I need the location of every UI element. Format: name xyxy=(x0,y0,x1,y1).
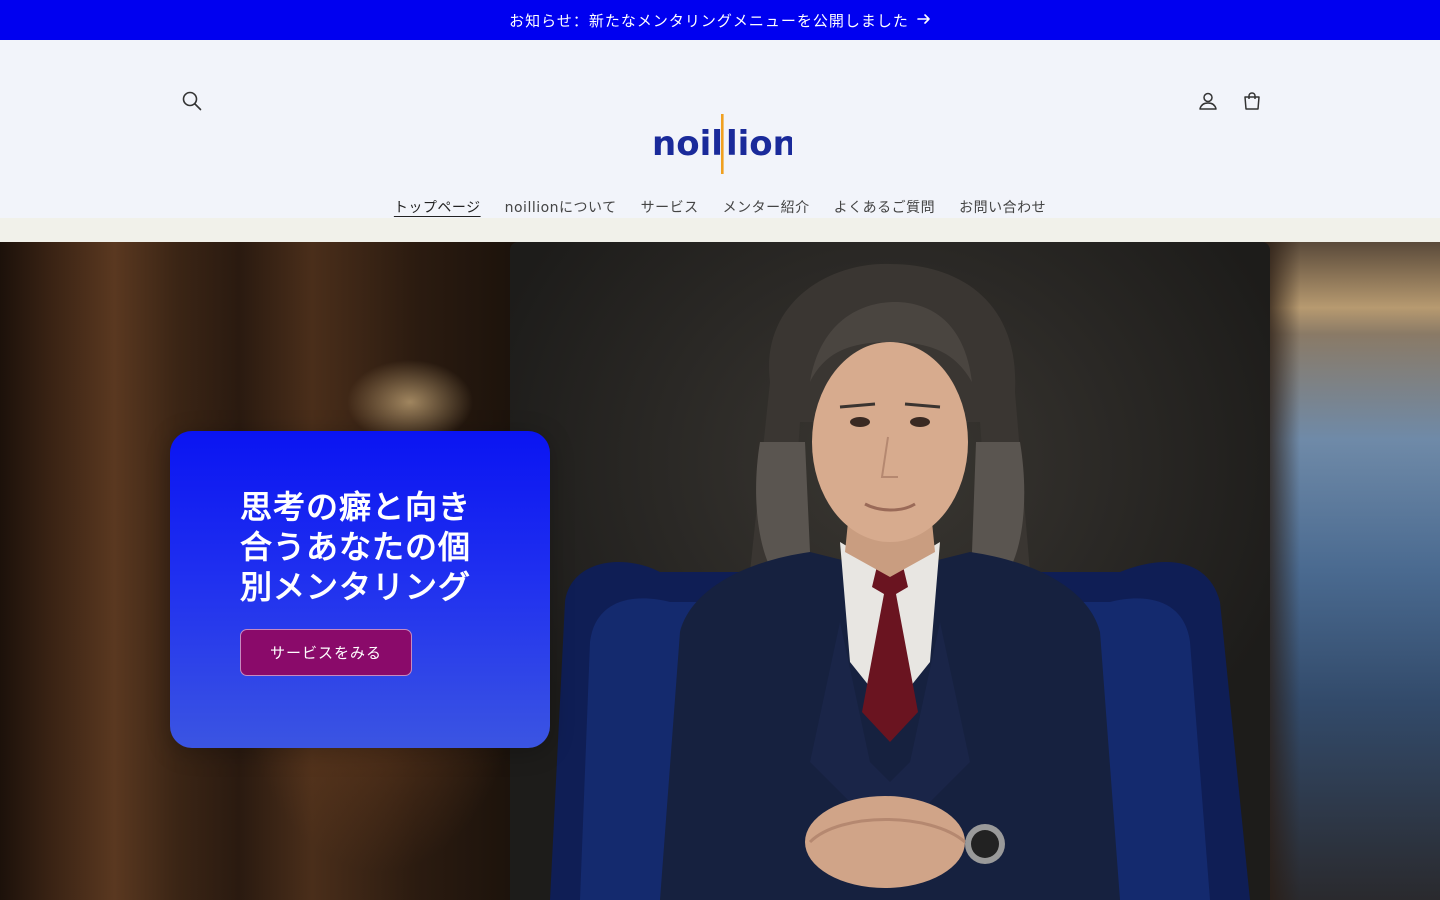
account-icon xyxy=(1197,90,1219,116)
nav-item-faq[interactable]: よくあるご質問 xyxy=(822,198,948,218)
announcement-bar[interactable]: お知らせ：新たなメンタリングメニューを公開しました xyxy=(0,0,1440,40)
hero-card: 思考の癖と向き合うあなたの個別メンタリング サービスをみる xyxy=(170,431,550,748)
header-divider-strip xyxy=(0,218,1440,242)
nav-item-services[interactable]: サービス xyxy=(629,198,711,218)
site-header: noil lion トップページ noillionについて サービス メンター紹… xyxy=(0,40,1440,218)
svg-text:noil: noil xyxy=(652,124,723,164)
announcement-text: お知らせ：新たなメンタリングメニューを公開しました xyxy=(509,11,909,30)
search-icon xyxy=(181,90,203,116)
main-nav: トップページ noillionについて サービス メンター紹介 よくあるご質問 … xyxy=(0,198,1440,218)
hero-title: 思考の癖と向き合うあなたの個別メンタリング xyxy=(240,487,490,607)
svg-text:lion: lion xyxy=(726,124,792,164)
nav-item-mentors[interactable]: メンター紹介 xyxy=(711,198,822,218)
cart-button[interactable] xyxy=(1232,83,1272,123)
hero-background-right xyxy=(1260,242,1440,900)
nav-item-top[interactable]: トップページ xyxy=(382,198,493,218)
search-button[interactable] xyxy=(172,83,212,123)
mentor-portrait-image xyxy=(510,242,1270,900)
logo-mark: noil lion xyxy=(652,114,792,174)
cart-icon xyxy=(1241,90,1263,116)
hero-section: 思考の癖と向き合うあなたの個別メンタリング サービスをみる xyxy=(0,242,1440,900)
site-logo[interactable]: noil lion xyxy=(650,108,792,178)
nav-item-about[interactable]: noillionについて xyxy=(493,198,629,218)
arrow-right-icon xyxy=(917,11,931,30)
hero-title-bold: 思考の癖 xyxy=(240,488,373,526)
nav-item-contact[interactable]: お問い合わせ xyxy=(947,198,1058,218)
view-services-button[interactable]: サービスをみる xyxy=(240,629,412,676)
account-button[interactable] xyxy=(1188,83,1228,123)
